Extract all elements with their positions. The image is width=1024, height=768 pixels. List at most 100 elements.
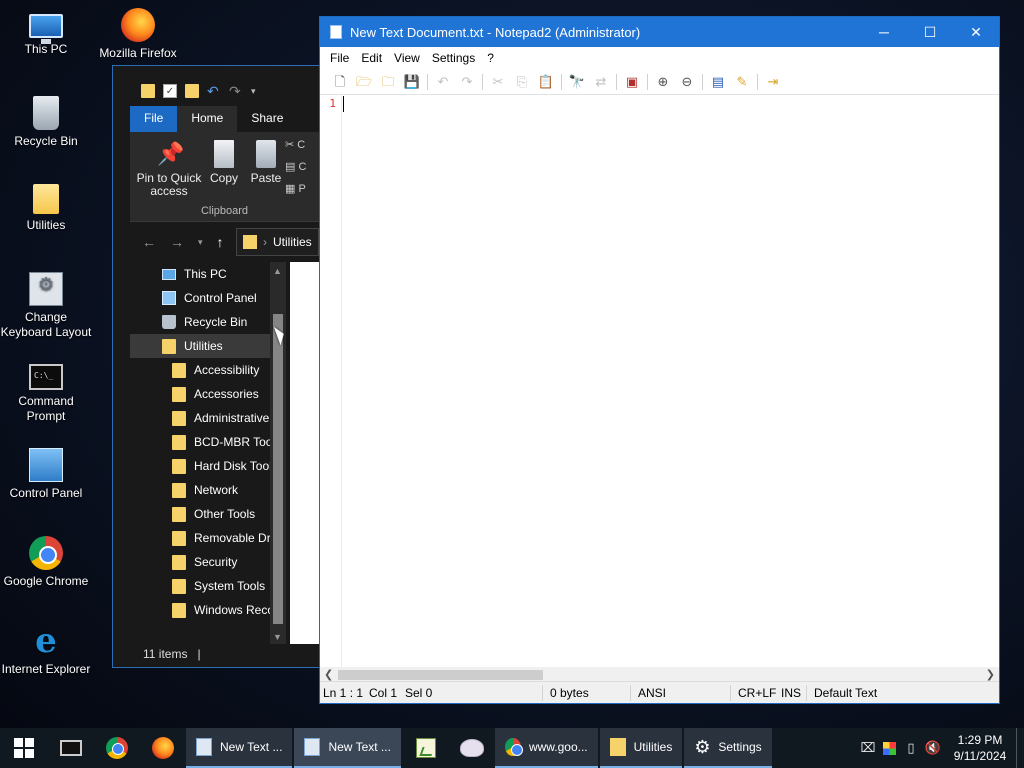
scrollbar-thumb[interactable]	[338, 670, 543, 680]
new-file-icon[interactable]: 🗋	[328, 71, 352, 93]
tab-home[interactable]: Home	[177, 106, 238, 132]
customize-toolbar-icon[interactable]: ▾	[251, 84, 265, 98]
desktop-icon-change-keyboard-layout[interactable]: Change Keyboard Layout	[0, 272, 92, 340]
menu-settings[interactable]: Settings	[426, 51, 481, 65]
taskbar-task-utilities[interactable]: Utilities	[599, 728, 683, 768]
forward-icon[interactable]: →	[170, 234, 184, 250]
desktop-icon-recycle-bin[interactable]: Recycle Bin	[0, 96, 92, 149]
menu-edit[interactable]: Edit	[355, 51, 388, 65]
breadcrumb-utilities[interactable]: Utilities	[273, 235, 312, 249]
desktop-icon-utilities[interactable]: Utilities	[0, 184, 92, 233]
title-bar[interactable]: New Text Document.txt - Notepad2 (Admini…	[320, 17, 999, 47]
network-tray-icon[interactable]: ⌧	[857, 740, 879, 756]
nav-item-removable-drives[interactable]: Removable Dri	[130, 526, 270, 550]
desktop-icon-this-pc[interactable]: This PC	[0, 8, 92, 57]
taskbar-chrome[interactable]	[94, 728, 140, 768]
maximize-button[interactable]: ☐	[907, 17, 953, 47]
nav-item-system-tools[interactable]: System Tools	[130, 574, 270, 598]
scroll-up-icon[interactable]: ▲	[273, 266, 282, 276]
recent-locations-icon[interactable]: ▾	[198, 237, 203, 248]
pin-to-quick-access-button[interactable]: 📌 Pin to Quick access	[136, 140, 202, 198]
undo-icon[interactable]: ↶	[431, 71, 455, 93]
redo-icon[interactable]: ↷	[455, 71, 479, 93]
scroll-left-icon[interactable]: ❮	[324, 668, 333, 681]
nav-item-network[interactable]: Network	[130, 478, 270, 502]
file-explorer-window[interactable]: D ✓ ↶ ↷ ▾ File Home Share 📌 Pin to Quick…	[112, 65, 320, 668]
taskbar-task-notepad-2[interactable]: New Text ...	[294, 728, 401, 768]
nav-item-accessories[interactable]: Accessories	[130, 382, 270, 406]
exit-icon[interactable]: ⇥	[761, 71, 785, 93]
status-insert-mode[interactable]: INS	[781, 686, 801, 700]
scheme-icon[interactable]: ▤	[706, 71, 730, 93]
nav-item-this-pc[interactable]: This PC	[130, 262, 270, 286]
scheme-config-icon[interactable]: ✎	[730, 71, 754, 93]
desktop-icon-internet-explorer[interactable]: e Internet Explorer	[0, 624, 92, 677]
browse-icon[interactable]: 🗀	[376, 71, 400, 93]
battery-icon[interactable]: ▯	[900, 740, 922, 756]
menu-file[interactable]: File	[324, 51, 355, 65]
nav-item-accessibility[interactable]: Accessibility	[130, 358, 270, 382]
scroll-right-icon[interactable]: ❯	[986, 668, 995, 681]
start-button[interactable]	[0, 728, 48, 768]
taskbar-spreadsheet[interactable]	[403, 728, 449, 768]
replace-icon[interactable]: ⇄	[589, 71, 613, 93]
color-tray-icon[interactable]	[883, 741, 896, 755]
nav-item-control-panel[interactable]: Control Panel	[130, 286, 270, 310]
scroll-down-icon[interactable]: ▼	[273, 632, 282, 642]
volume-muted-icon[interactable]: 🔇	[922, 740, 944, 756]
nav-item-other-tools[interactable]: Other Tools	[130, 502, 270, 526]
status-encoding[interactable]: ANSI	[638, 686, 666, 700]
zoom-out-icon[interactable]: ⊖	[675, 71, 699, 93]
properties-icon[interactable]: ✓	[163, 84, 177, 98]
taskbar-firefox[interactable]	[140, 728, 186, 768]
taskbar-command-prompt[interactable]	[48, 728, 94, 768]
paste-icon[interactable]: 📋	[534, 71, 558, 93]
copy-icon[interactable]: ⎘	[510, 71, 534, 93]
status-line-endings[interactable]: CR+LF	[738, 686, 776, 700]
menu-view[interactable]: View	[388, 51, 426, 65]
nav-item-windows-recovery[interactable]: Windows Reco	[130, 598, 270, 622]
taskbar-task-notepad-1[interactable]: New Text ...	[186, 728, 293, 768]
desktop-icon-firefox[interactable]: Mozilla Firefox	[92, 8, 184, 61]
find-icon[interactable]: 🔭	[565, 71, 589, 93]
paste-button[interactable]: Paste	[246, 140, 286, 185]
navigation-scrollbar[interactable]: ▲ ▼	[270, 262, 286, 644]
show-desktop-button[interactable]	[1016, 728, 1024, 768]
desktop-icon-google-chrome[interactable]: Google Chrome	[0, 536, 92, 589]
status-scheme[interactable]: Default Text	[814, 686, 877, 700]
new-folder-icon[interactable]	[185, 84, 199, 98]
text-editor-area[interactable]: 1	[320, 95, 999, 667]
word-wrap-icon[interactable]: ▣	[620, 71, 644, 93]
nav-item-hard-disk-tools[interactable]: Hard Disk Tools	[130, 454, 270, 478]
nav-item-administrative[interactable]: Administrative	[130, 406, 270, 430]
taskbar-task-settings[interactable]: ⚙ Settings	[684, 728, 772, 768]
redo-icon[interactable]: ↷	[229, 84, 243, 98]
open-file-icon[interactable]: 🗁	[352, 71, 376, 93]
save-icon[interactable]: 💾	[400, 71, 424, 93]
undo-icon[interactable]: ↶	[207, 84, 221, 98]
zoom-in-icon[interactable]: ⊕	[651, 71, 675, 93]
cut-button[interactable]: ✂ C	[285, 138, 305, 151]
tab-share[interactable]: Share	[237, 106, 297, 132]
up-icon[interactable]: ↑	[217, 234, 224, 250]
file-list-pane[interactable]	[290, 262, 319, 644]
notepad2-window[interactable]: New Text Document.txt - Notepad2 (Admini…	[319, 16, 1000, 704]
back-icon[interactable]: ←	[142, 234, 156, 250]
close-button[interactable]: ✕	[953, 17, 999, 47]
tab-file[interactable]: File	[130, 106, 178, 132]
nav-item-utilities[interactable]: Utilities	[130, 334, 270, 358]
cut-icon[interactable]: ✂	[486, 71, 510, 93]
taskbar-paint[interactable]	[449, 728, 495, 768]
address-bar[interactable]: › Utilities	[236, 228, 319, 256]
paste-shortcut-button[interactable]: ▦ P	[285, 182, 306, 195]
menu-help[interactable]: ?	[481, 51, 500, 65]
minimize-button[interactable]: ─	[861, 17, 907, 47]
desktop-icon-control-panel[interactable]: Control Panel	[0, 448, 92, 501]
copy-button[interactable]: Copy	[204, 140, 244, 185]
nav-item-security[interactable]: Security	[130, 550, 270, 574]
copy-path-button[interactable]: ▤ C	[285, 160, 306, 173]
desktop-icon-command-prompt[interactable]: Command Prompt	[0, 360, 92, 424]
nav-item-recycle-bin[interactable]: Recycle Bin	[130, 310, 270, 334]
taskbar-task-chrome[interactable]: www.goo...	[494, 728, 598, 768]
scrollbar-thumb[interactable]	[273, 314, 283, 624]
